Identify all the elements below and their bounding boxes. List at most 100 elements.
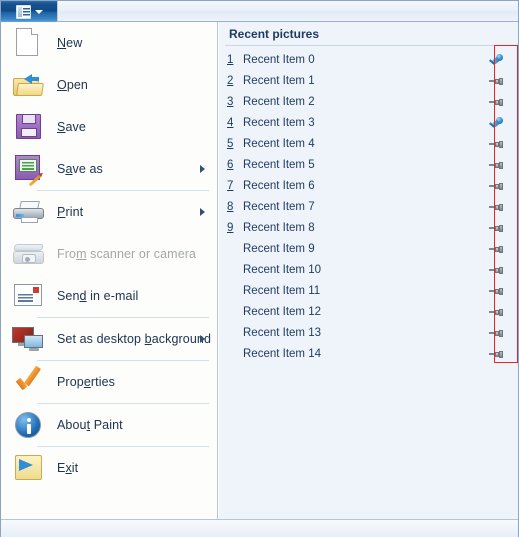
recent-item-label: Recent Item 1: [243, 74, 315, 87]
recent-item[interactable]: Recent Item 13: [219, 322, 518, 343]
pin-outline-icon[interactable]: [489, 264, 503, 276]
pin-outline-icon[interactable]: [489, 348, 503, 360]
recent-pictures-list: 1 Recent Item 0 2 Recent Item 1 3 Recent Item…: [219, 49, 518, 364]
menu-item-email[interactable]: Send in e-mail: [1, 275, 217, 317]
recent-item-label: Recent Item 12: [243, 305, 321, 318]
scanner-camera-icon: [11, 238, 45, 270]
recent-item[interactable]: Recent Item 11: [219, 280, 518, 301]
recent-item[interactable]: 1 Recent Item 0: [219, 49, 518, 70]
submenu-arrow-icon: [200, 208, 205, 216]
recent-item-label: Recent Item 4: [243, 137, 315, 150]
menu-item-label: Send in e-mail: [57, 289, 139, 303]
paint-application-menu: New Open Save Save as Print From scanner or c…: [0, 0, 519, 537]
recent-item[interactable]: 4 Recent Item 3: [219, 112, 518, 133]
menu-item-exit[interactable]: Exit: [1, 447, 217, 489]
pin-outline-icon[interactable]: [489, 180, 503, 192]
recent-item[interactable]: 7 Recent Item 6: [219, 175, 518, 196]
pin-outline-icon[interactable]: [489, 138, 503, 150]
menu-item-label: New: [57, 36, 83, 50]
recent-item-number: 5: [227, 137, 234, 150]
pin-outline-icon[interactable]: [489, 285, 503, 297]
recent-item[interactable]: 3 Recent Item 2: [219, 91, 518, 112]
menu-item-label: Properties: [57, 375, 115, 389]
menu-item-label: Save: [57, 120, 86, 134]
recent-item[interactable]: 9 Recent Item 8: [219, 217, 518, 238]
title-bar: [1, 1, 518, 22]
recent-item-label: Recent Item 3: [243, 116, 315, 129]
menu-item-about[interactable]: About Paint: [1, 404, 217, 446]
printer-icon: [11, 196, 45, 228]
menu-item-label: Set as desktop background: [57, 332, 212, 346]
menu-item-print[interactable]: Print: [1, 191, 217, 233]
recent-pictures-header: Recent pictures: [219, 22, 518, 46]
menu-item-desktop-bg[interactable]: Set as desktop background: [1, 318, 217, 360]
recent-item[interactable]: Recent Item 9: [219, 238, 518, 259]
recent-item-number: 8: [227, 200, 234, 213]
recent-item-label: Recent Item 2: [243, 95, 315, 108]
pin-filled-icon[interactable]: [489, 53, 503, 66]
pin-outline-icon[interactable]: [489, 75, 503, 87]
new-document-icon: [11, 27, 45, 59]
recent-item-number: 6: [227, 158, 234, 171]
pin-outline-icon[interactable]: [489, 327, 503, 339]
recent-item-label: Recent Item 5: [243, 158, 315, 171]
command-pane: New Open Save Save as Print From scanner or c…: [1, 22, 218, 519]
floppy-disk-pencil-icon: [11, 153, 45, 187]
pin-outline-icon[interactable]: [489, 306, 503, 318]
menu-item-label: Open: [57, 78, 88, 92]
recent-item-label: Recent Item 7: [243, 200, 315, 213]
paint-menu-icon: [15, 4, 31, 19]
menu-list: New Open Save Save as Print From scanner or c…: [1, 22, 217, 489]
submenu-arrow-icon: [200, 165, 205, 173]
envelope-icon: [11, 280, 45, 312]
menu-footer: [1, 519, 518, 537]
submenu-arrow-icon: [200, 335, 205, 343]
menu-item-label: Print: [57, 205, 84, 219]
menu-item-new[interactable]: New: [1, 22, 217, 64]
recent-item[interactable]: Recent Item 12: [219, 301, 518, 322]
menu-body: New Open Save Save as Print From scanner or c…: [1, 22, 518, 519]
recent-item-label: Recent Item 11: [243, 284, 321, 297]
menu-item-save-as[interactable]: Save as: [1, 148, 217, 190]
recent-item-label: Recent Item 8: [243, 221, 315, 234]
chevron-down-icon: [34, 9, 43, 14]
recent-item-number: 1: [227, 53, 234, 66]
pin-filled-icon[interactable]: [489, 116, 503, 129]
exit-arrow-icon: [11, 452, 45, 484]
recent-item-number: 9: [227, 221, 234, 234]
menu-item-properties[interactable]: Properties: [1, 361, 217, 403]
recent-item[interactable]: 5 Recent Item 4: [219, 133, 518, 154]
recent-item-label: Recent Item 14: [243, 347, 321, 360]
pin-outline-icon[interactable]: [489, 96, 503, 108]
recent-item-label: Recent Item 6: [243, 179, 315, 192]
pin-outline-icon[interactable]: [489, 159, 503, 171]
info-circle-icon: [11, 409, 45, 441]
recent-item[interactable]: 2 Recent Item 1: [219, 70, 518, 91]
recent-item[interactable]: 6 Recent Item 5: [219, 154, 518, 175]
recent-item-label: Recent Item 9: [243, 242, 315, 255]
menu-item-label: About Paint: [57, 418, 123, 432]
recent-item[interactable]: Recent Item 10: [219, 259, 518, 280]
menu-item-label: Save as: [57, 162, 103, 176]
menu-item-label: Exit: [57, 461, 79, 475]
recent-item[interactable]: 8 Recent Item 7: [219, 196, 518, 217]
monitor-icon: [11, 323, 45, 355]
recent-item-number: 3: [227, 95, 234, 108]
pin-outline-icon[interactable]: [489, 201, 503, 213]
recent-pictures-pane: Recent pictures 1 Recent Item 0 2 Recent It…: [219, 22, 518, 519]
paint-menu-button[interactable]: [1, 1, 58, 22]
recent-item-number: 4: [227, 116, 234, 129]
pin-outline-icon[interactable]: [489, 222, 503, 234]
menu-item-scanner: From scanner or camera: [1, 233, 217, 275]
recent-item-number: 2: [227, 74, 234, 87]
recent-item[interactable]: Recent Item 14: [219, 343, 518, 364]
floppy-disk-icon: [11, 111, 45, 143]
orange-check-icon: [11, 366, 45, 398]
pin-outline-icon[interactable]: [489, 243, 503, 255]
menu-item-save[interactable]: Save: [1, 106, 217, 148]
recent-item-label: Recent Item 0: [243, 53, 315, 66]
menu-item-open[interactable]: Open: [1, 64, 217, 106]
recent-item-number: 7: [227, 179, 234, 192]
recent-item-label: Recent Item 13: [243, 326, 321, 339]
menu-item-label: From scanner or camera: [57, 247, 197, 261]
